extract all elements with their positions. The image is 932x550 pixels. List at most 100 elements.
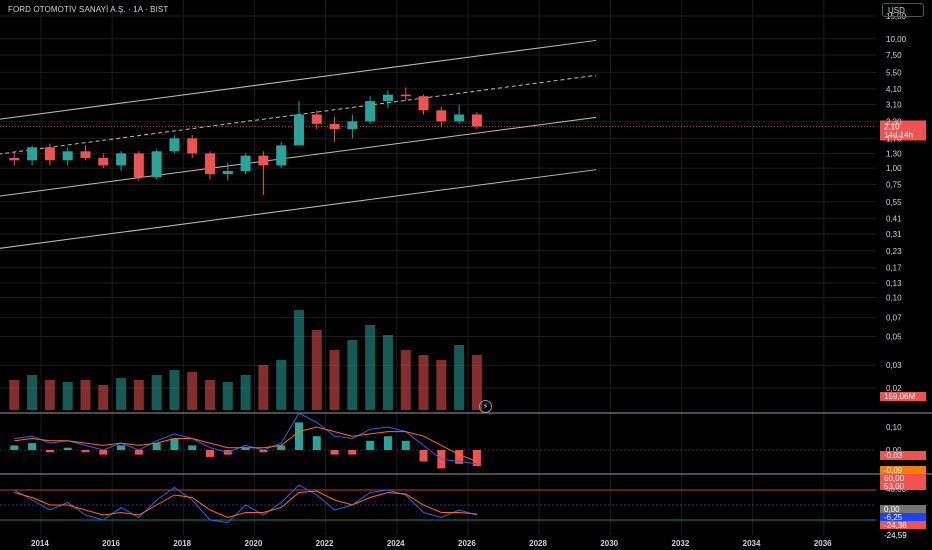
macd-line (14, 412, 477, 465)
macd-histogram-bar (117, 445, 126, 450)
candle-body (133, 153, 144, 178)
price-axis-label: 0,03 (886, 361, 902, 370)
price-axis-label: 1,00 (886, 164, 902, 173)
volume-label: 159,06M (884, 392, 915, 401)
time-axis-label: 2030 (600, 539, 618, 548)
macd-histogram-bar (81, 450, 90, 453)
channel-outer-lower-line (0, 169, 597, 249)
price-axis-label: 0,17 (886, 264, 902, 273)
candle-body (400, 94, 411, 97)
chart-canvas[interactable]: 2,1014d 14h15,0010,007,505,504,103,102,3… (0, 0, 932, 550)
macd-histogram-bar (10, 445, 19, 450)
price-axis-label: 0,05 (886, 333, 902, 342)
macd-histogram-bar (63, 447, 72, 450)
time-axis-label: 2026 (458, 539, 476, 548)
price-axis-label: 0,10 (886, 294, 902, 303)
lightning-icon[interactable]: ⚡ (479, 400, 492, 413)
volume-bar (187, 372, 198, 410)
volume-bar (222, 382, 233, 410)
price-axis-label: 7,50 (886, 51, 902, 60)
volume-bar (9, 380, 20, 410)
candle-body (9, 157, 20, 161)
volume-bar (98, 385, 109, 410)
currency-button[interactable]: USD (882, 3, 924, 17)
volume-bar (436, 360, 447, 410)
time-axis-label: 2014 (31, 539, 49, 548)
candle-body (205, 153, 216, 175)
volume-bar (151, 375, 162, 410)
time-axis-label: 2034 (743, 539, 761, 548)
macd-histogram-bar (188, 445, 197, 450)
candle-body (44, 147, 55, 161)
candle-body (27, 147, 38, 161)
time-axis-label: 2020 (245, 539, 263, 548)
macd-histogram-bar (366, 440, 375, 450)
volume-bar (293, 310, 304, 410)
price-axis-label: 0,07 (886, 314, 902, 323)
time-axis-label: 2024 (387, 539, 405, 548)
time-axis-label: 2032 (672, 539, 690, 548)
candle-body (293, 114, 304, 146)
macd-value-label: -0,03 (884, 451, 903, 460)
macd-histogram-bar (383, 436, 392, 450)
stoch-value-label: -24,59 (884, 531, 907, 540)
volume-bar (382, 335, 393, 410)
macd-axis-label: 0,10 (886, 423, 902, 432)
price-axis-label: 1,70 (886, 134, 902, 143)
volume-bar (62, 382, 73, 410)
candle-body (240, 155, 251, 172)
candle-body (365, 101, 376, 122)
volume-bar (418, 355, 429, 410)
macd-histogram-bar (330, 450, 339, 455)
price-axis-label: 4,10 (886, 85, 902, 94)
volume-bar (80, 380, 91, 410)
macd-histogram-bar (419, 450, 428, 462)
time-axis-label: 2018 (173, 539, 191, 548)
volume-bar (258, 365, 269, 410)
stoch-value-label: 53,00 (884, 482, 905, 491)
macd-histogram-bar (28, 443, 37, 450)
price-axis-label: 0,31 (886, 230, 902, 239)
price-axis-label: 0,23 (886, 247, 902, 256)
volume-bar (240, 375, 251, 410)
price-axis-label: 2,30 (886, 117, 902, 126)
price-axis-label: 0,41 (886, 214, 902, 223)
volume-bar (133, 380, 144, 410)
candle-body (347, 121, 358, 130)
macd-histogram-bar (206, 450, 215, 457)
volume-bar (116, 378, 127, 410)
candle-body (311, 114, 322, 124)
candle-body (276, 145, 287, 166)
macd-histogram-bar (45, 450, 54, 453)
volume-bar (205, 380, 216, 410)
volume-bar (347, 340, 358, 410)
candle-body (454, 114, 465, 122)
volume-bar (27, 375, 38, 410)
macd-histogram-bar (99, 450, 108, 455)
stoch-value-label: -24,38 (884, 521, 907, 530)
candle-body (80, 151, 91, 158)
candle-body (222, 171, 233, 175)
candle-body (258, 155, 269, 166)
volume-bar (276, 360, 287, 410)
price-axis-label: 0,55 (886, 198, 902, 207)
volume-bar (169, 370, 180, 410)
volume-bar (44, 380, 55, 410)
time-axis-label: 2022 (316, 539, 334, 548)
candle-body (187, 138, 198, 154)
price-axis-label: 1,30 (886, 149, 902, 158)
candle-body (329, 123, 340, 130)
candle-body (98, 157, 109, 166)
price-axis-label: 3,10 (886, 101, 902, 110)
time-axis-label: 2036 (814, 539, 832, 548)
channel-upper-line (0, 39, 597, 120)
candle-body (471, 114, 482, 127)
macd-histogram-bar (170, 438, 179, 450)
time-axis-label: 2028 (529, 539, 547, 548)
volume-bar (365, 325, 376, 410)
candle-body (418, 96, 429, 111)
macd-histogram-bar (348, 450, 357, 455)
candle-body (62, 151, 73, 161)
stoch-k-line (14, 484, 478, 524)
candle-body (382, 94, 393, 102)
